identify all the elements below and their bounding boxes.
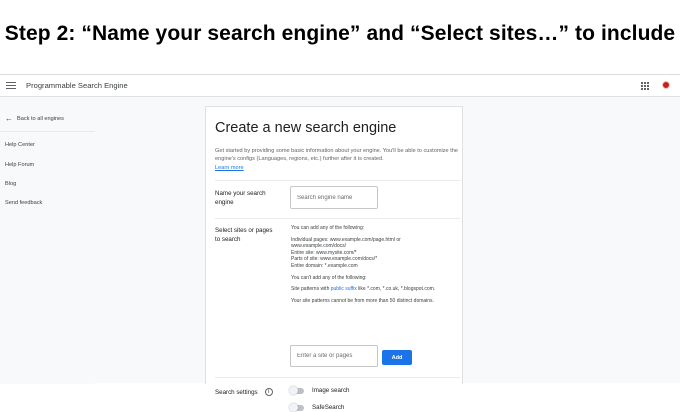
- cannot-add-suffix: like *.com, *.co.uk, *.blogspot.com.: [358, 286, 436, 293]
- limit-note: Your site patterns cannot be from more t…: [291, 297, 434, 304]
- back-label: Back to all engines: [17, 116, 64, 122]
- add-site-button[interactable]: Add: [382, 350, 412, 365]
- sidebar: ← Back to all engines Help Center Help F…: [0, 98, 95, 384]
- search-engine-name-input[interactable]: [290, 186, 378, 209]
- cannot-add-line: Site patterns with public suffix like *.…: [291, 286, 456, 293]
- sidebar-item-help-forum[interactable]: Help Forum: [5, 162, 34, 168]
- can-add-line: Individual pages: www.example.com/page.h…: [291, 236, 401, 243]
- arrow-left-icon: ←: [5, 114, 13, 123]
- learn-more-link[interactable]: Learn more: [215, 165, 244, 171]
- sites-field-label: Select sites or pages to search: [215, 227, 273, 243]
- hamburger-menu-icon[interactable]: [6, 82, 16, 89]
- image-search-label: Image search: [312, 387, 350, 394]
- section-divider: [215, 180, 460, 181]
- sidebar-item-blog[interactable]: Blog: [5, 181, 16, 187]
- safesearch-setting: SafeSearch: [289, 402, 345, 412]
- can-add-heading: You can add any of the following:: [291, 225, 365, 231]
- can-add-line: Parts of site: www.example.com/docs/*: [291, 256, 378, 263]
- can-add-line: www.example.com/docs/: [291, 243, 347, 250]
- sidebar-item-send-feedback[interactable]: Send feedback: [5, 200, 42, 206]
- public-suffix-link[interactable]: public suffix: [331, 286, 357, 292]
- image-search-toggle[interactable]: [289, 385, 304, 395]
- search-settings-label: Search settings i: [215, 388, 273, 396]
- safesearch-toggle[interactable]: [289, 402, 304, 412]
- app-title: Programmable Search Engine: [26, 81, 128, 90]
- section-divider: [215, 218, 460, 219]
- can-add-line: Entire domain: *.example.com: [291, 262, 358, 269]
- create-engine-card: Create a new search engine Get started b…: [205, 106, 463, 412]
- can-add-line: Entire site: www.mysite.com/*: [291, 249, 357, 256]
- site-pattern-input[interactable]: [290, 345, 378, 367]
- intro-text: Get started by providing some basic info…: [215, 147, 460, 172]
- safesearch-label: SafeSearch: [312, 404, 345, 411]
- page-title: Create a new search engine: [215, 120, 397, 136]
- slide-title: Step 2: “Name your search engine” and “S…: [4, 22, 676, 45]
- programmable-search-app: Programmable Search Engine ← Back to all…: [0, 74, 680, 412]
- sidebar-divider: [0, 131, 95, 132]
- image-search-setting: Image search: [289, 385, 350, 395]
- cannot-add-prefix: Site patterns with: [291, 286, 330, 293]
- sidebar-item-help-center[interactable]: Help Center: [5, 142, 35, 148]
- search-settings-text: Search settings: [215, 388, 258, 396]
- back-to-all-engines-link[interactable]: ← Back to all engines: [5, 115, 64, 123]
- name-field-label: Name your search engine: [215, 190, 266, 206]
- sites-help-text: You can add any of the following: Indivi…: [291, 225, 456, 304]
- top-app-bar: Programmable Search Engine: [0, 75, 680, 97]
- apps-grid-icon[interactable]: [641, 82, 649, 90]
- intro-body: Get started by providing some basic info…: [215, 148, 458, 163]
- info-icon[interactable]: i: [264, 388, 273, 396]
- section-divider: [215, 377, 460, 378]
- cannot-add-heading: You can't add any of the following:: [291, 274, 367, 281]
- account-avatar[interactable]: [662, 81, 670, 89]
